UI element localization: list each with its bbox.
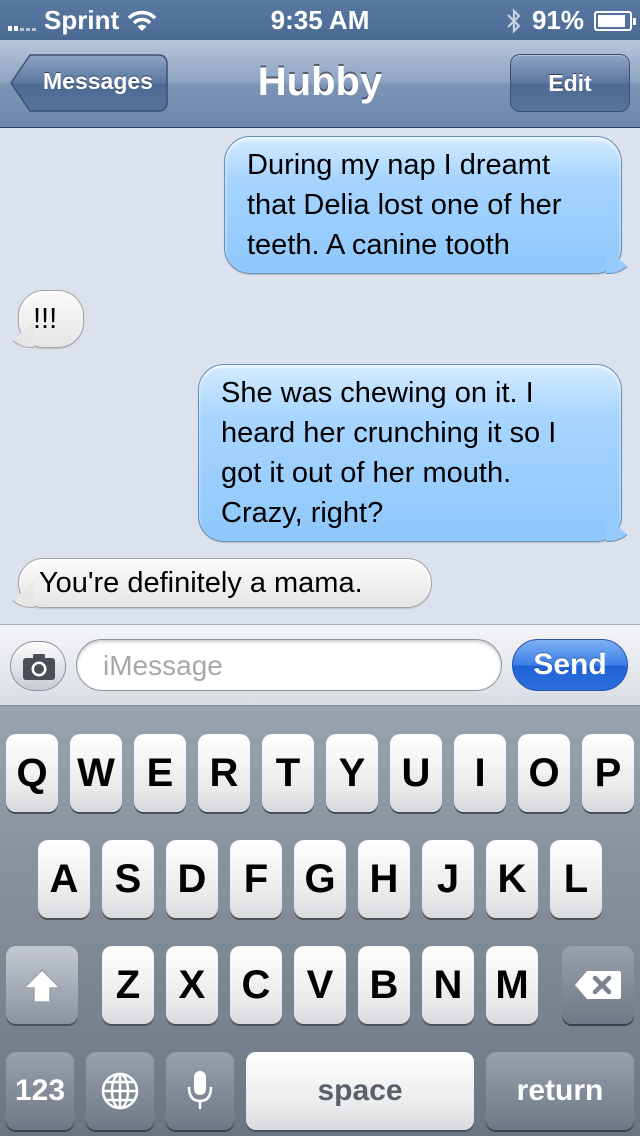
key-b[interactable]: B xyxy=(358,946,410,1024)
key-v[interactable]: V xyxy=(294,946,346,1024)
edit-button[interactable]: Edit xyxy=(510,54,630,112)
message-input-placeholder: iMessage xyxy=(103,650,223,681)
camera-button[interactable] xyxy=(10,641,66,691)
key-u[interactable]: U xyxy=(390,734,442,812)
key-m[interactable]: M xyxy=(486,946,538,1024)
camera-icon xyxy=(23,654,55,680)
message-bubble-incoming[interactable]: You're definitely a mama. xyxy=(18,558,432,608)
message-bubble-incoming[interactable]: !!! xyxy=(18,290,84,348)
message-text: !!! xyxy=(33,303,58,335)
message-text: She was chewing on it. I heard her crunc… xyxy=(221,377,557,529)
key-i[interactable]: I xyxy=(454,734,506,812)
message-bubble-outgoing[interactable]: During my nap I dreamt that Delia lost o… xyxy=(224,136,622,274)
bluetooth-icon xyxy=(507,7,521,34)
key-f[interactable]: F xyxy=(230,840,282,918)
keyboard: 123 space return QWERTYUIOP ASDFGHJKL ZXCV… xyxy=(0,706,640,1136)
key-j[interactable]: J xyxy=(422,840,474,918)
key-g[interactable]: G xyxy=(294,840,346,918)
key-e[interactable]: E xyxy=(134,734,186,812)
key-q[interactable]: Q xyxy=(6,734,58,812)
dictation-key[interactable] xyxy=(166,1052,234,1130)
key-s[interactable]: S xyxy=(102,840,154,918)
key-t[interactable]: T xyxy=(262,734,314,812)
key-c[interactable]: C xyxy=(230,946,282,1024)
return-key[interactable]: return xyxy=(486,1052,634,1130)
globe-icon xyxy=(101,1072,139,1110)
shift-arrow-icon xyxy=(22,968,62,1003)
space-key[interactable]: space xyxy=(246,1052,474,1130)
message-list[interactable]: During my nap I dreamt that Delia lost o… xyxy=(0,128,640,624)
shift-key[interactable] xyxy=(6,946,78,1024)
key-n[interactable]: N xyxy=(422,946,474,1024)
key-l[interactable]: L xyxy=(550,840,602,918)
message-bubble-outgoing[interactable]: She was chewing on it. I heard her crunc… xyxy=(198,364,622,542)
message-text: You're definitely a mama. xyxy=(39,567,363,599)
key-x[interactable]: X xyxy=(166,946,218,1024)
numbers-key[interactable]: 123 xyxy=(6,1052,74,1130)
backspace-icon xyxy=(575,971,621,999)
key-r[interactable]: R xyxy=(198,734,250,812)
key-o[interactable]: O xyxy=(518,734,570,812)
battery-percent: 91% xyxy=(531,5,584,35)
key-w[interactable]: W xyxy=(70,734,122,812)
compose-bar: iMessage Send xyxy=(0,624,640,706)
delete-key[interactable] xyxy=(562,946,634,1024)
microphone-icon xyxy=(187,1071,213,1109)
key-y[interactable]: Y xyxy=(326,734,378,812)
send-button[interactable]: Send xyxy=(512,639,628,691)
battery-icon xyxy=(594,10,636,31)
key-h[interactable]: H xyxy=(358,840,410,918)
globe-key[interactable] xyxy=(86,1052,154,1130)
status-bar: Sprint 9:35 AM 91% xyxy=(0,0,640,40)
navigation-bar: Messages Hubby Edit xyxy=(0,40,640,128)
message-text: During my nap I dreamt that Delia lost o… xyxy=(247,149,562,261)
status-right: 91% xyxy=(506,5,636,36)
key-p[interactable]: P xyxy=(582,734,634,812)
message-input[interactable]: iMessage xyxy=(76,639,502,691)
key-a[interactable]: A xyxy=(38,840,90,918)
key-z[interactable]: Z xyxy=(102,946,154,1024)
key-k[interactable]: K xyxy=(486,840,538,918)
key-d[interactable]: D xyxy=(166,840,218,918)
